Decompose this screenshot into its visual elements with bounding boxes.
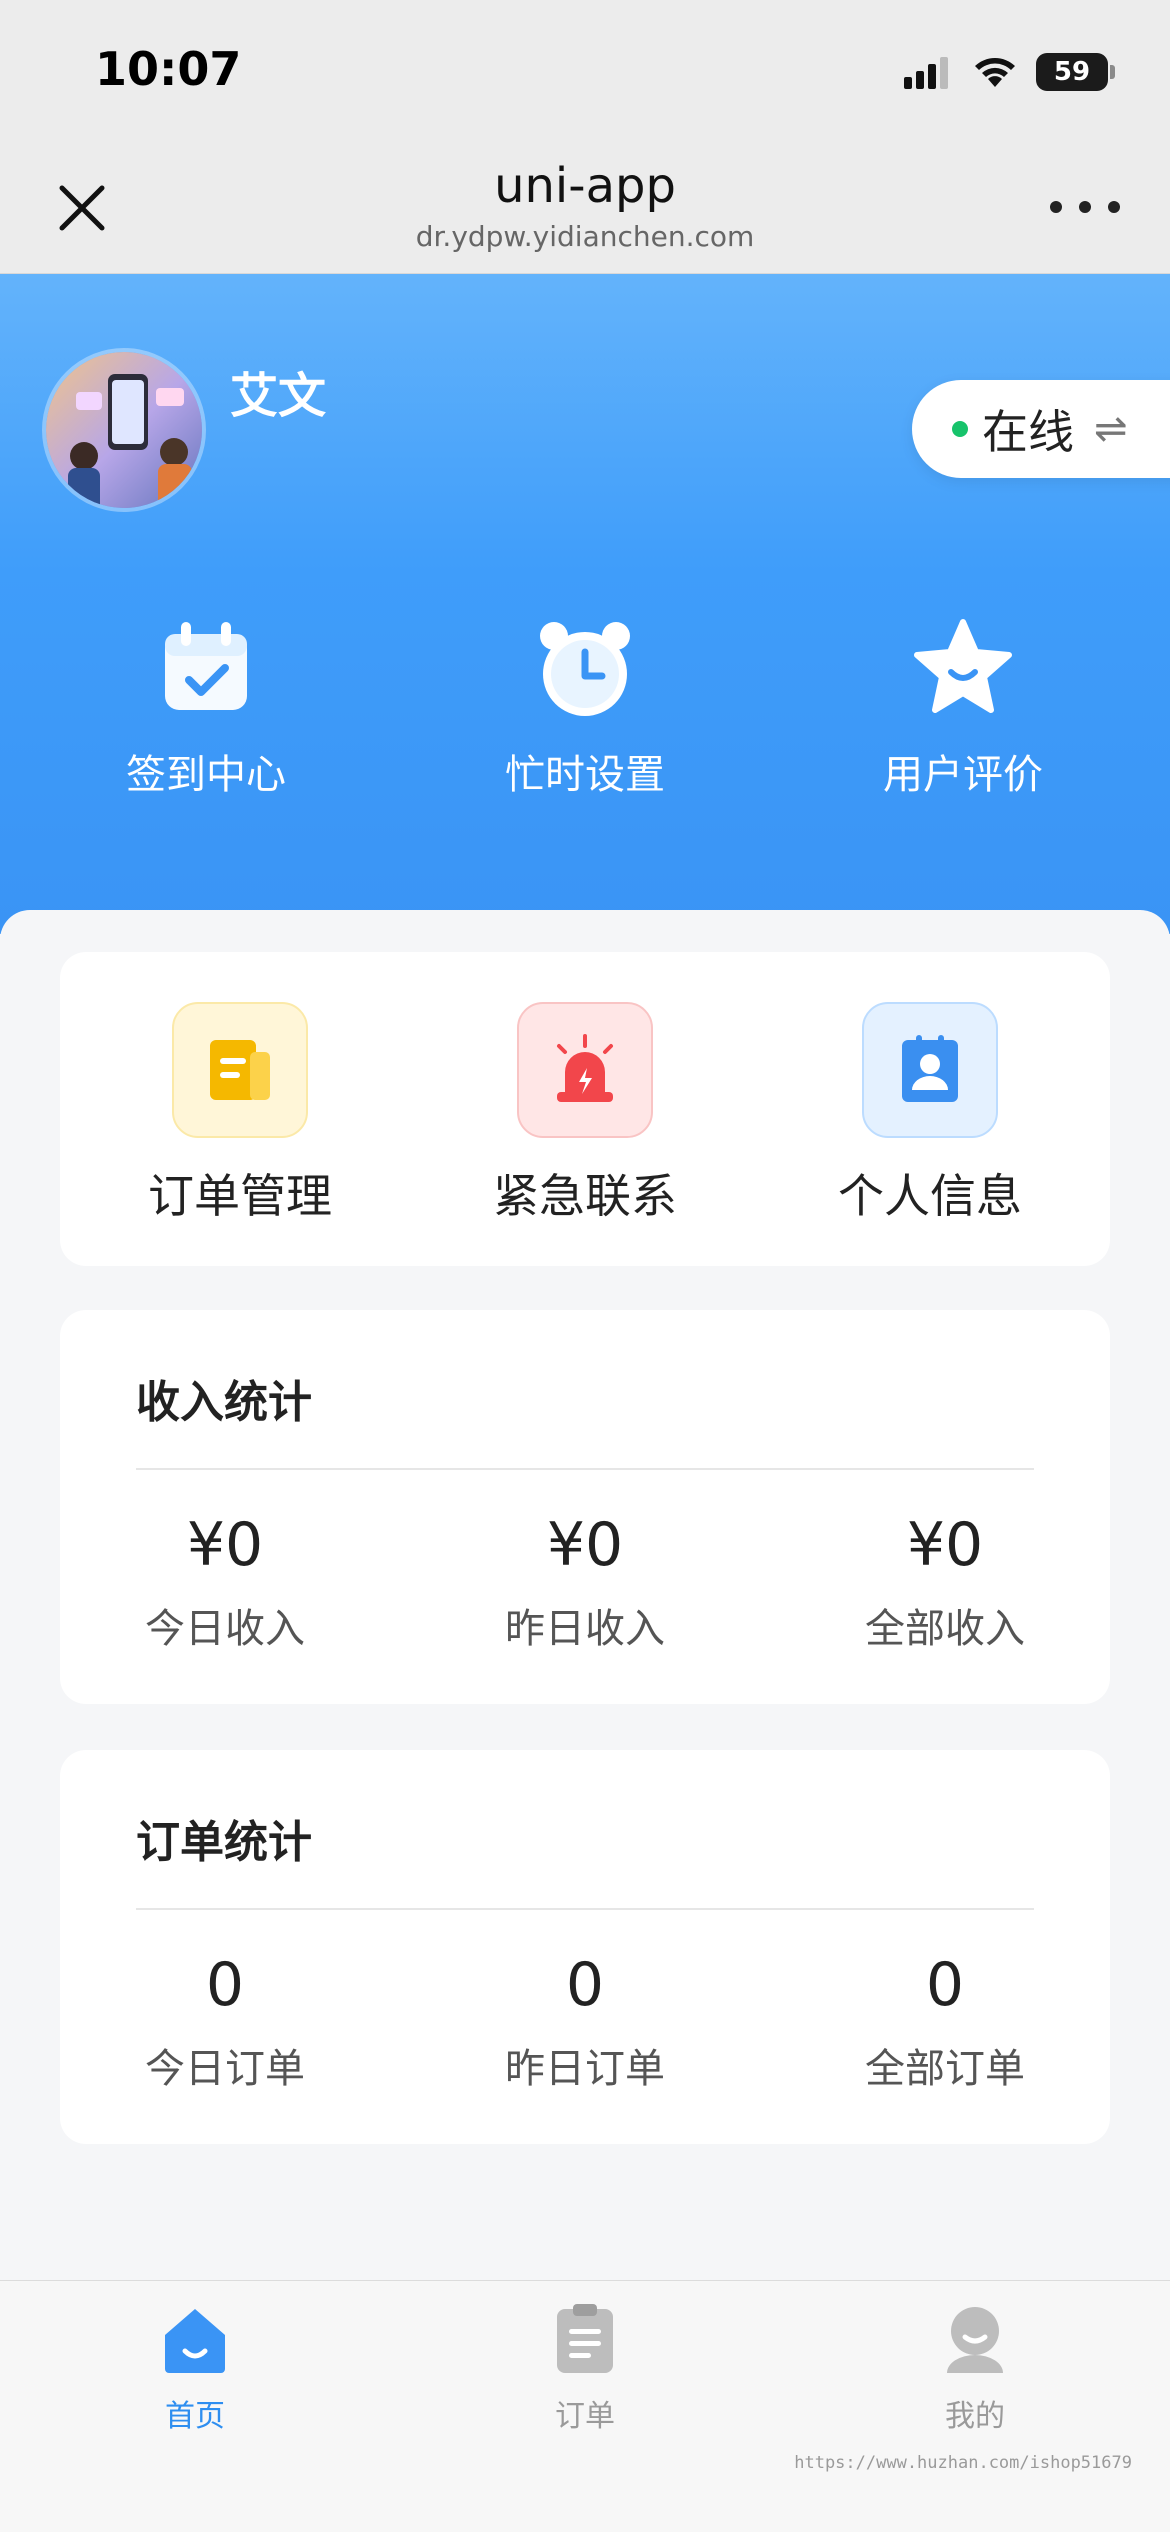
- stat-label: 今日订单: [145, 2046, 305, 2092]
- stat-value: ¥0: [546, 1510, 624, 1580]
- stat-value: ¥0: [186, 1510, 264, 1580]
- divider: [136, 1908, 1034, 1910]
- menu-label: 紧急联系: [493, 1169, 677, 1223]
- stat-label: 昨日订单: [505, 2046, 665, 2092]
- home-icon: [165, 2309, 225, 2373]
- quick-action-busy-settings[interactable]: 忙时设置: [455, 614, 715, 800]
- menu-item-personal-info[interactable]: 个人信息: [780, 1002, 1080, 1226]
- tab-label: 首页: [165, 2399, 225, 2434]
- avatar-image: [46, 352, 202, 508]
- stat-label: 昨日收入: [505, 1606, 665, 1652]
- stat-value: 0: [565, 1950, 605, 2020]
- order-stats-card: 订单统计 0 今日订单 0 昨日订单 0 全部订单: [60, 1750, 1110, 2144]
- username: 艾文: [230, 368, 327, 424]
- status-time: 10:07: [95, 42, 242, 96]
- profile-card-icon: [862, 1002, 998, 1138]
- stat-value: ¥0: [906, 1510, 984, 1580]
- status-bar: 10:07 59: [0, 0, 1170, 140]
- battery-level: 59: [1053, 57, 1091, 87]
- quick-actions: 签到中心 忙时设置 用户评价: [0, 614, 1170, 798]
- page-url: dr.ydpw.yidianchen.com: [415, 220, 755, 253]
- online-dot: [952, 421, 968, 437]
- tab-home[interactable]: 首页: [45, 2301, 345, 2435]
- quick-action-label: 签到中心: [126, 752, 286, 798]
- order-stats-title: 订单统计: [136, 1817, 312, 1868]
- quick-action-checkin[interactable]: 签到中心: [76, 614, 336, 800]
- function-menu-card: 订单管理 紧急联系 个人信息: [60, 952, 1110, 1266]
- stat-value: 0: [925, 1950, 965, 2020]
- menu-item-order-management[interactable]: 订单管理: [90, 1002, 390, 1226]
- divider: [136, 1468, 1034, 1470]
- quick-action-label: 用户评价: [883, 752, 1043, 798]
- income-stats-card: 收入统计 ¥0 今日收入 ¥0 昨日收入 ¥0 全部收入: [60, 1310, 1110, 1704]
- stat-yesterday-income: ¥0 昨日收入: [445, 1510, 725, 1654]
- stat-total-orders: 0 全部订单: [805, 1950, 1085, 2094]
- menu-item-emergency-contact[interactable]: 紧急联系: [435, 1002, 735, 1226]
- alarm-clock-icon: [540, 622, 630, 716]
- stat-total-income: ¥0 全部收入: [805, 1510, 1085, 1654]
- user-icon: [947, 2307, 1003, 2373]
- income-stats-title: 收入统计: [136, 1377, 312, 1428]
- tab-mine[interactable]: 我的: [825, 2301, 1125, 2435]
- wifi-icon: [975, 58, 1015, 87]
- battery-indicator: 59: [1036, 53, 1115, 91]
- tab-orders[interactable]: 订单: [435, 2301, 735, 2435]
- avatar[interactable]: [42, 348, 206, 512]
- nav-bar: uni-app dr.ydpw.yidianchen.com: [0, 140, 1170, 274]
- stat-value: 0: [205, 1950, 245, 2020]
- stat-today-orders: 0 今日订单: [85, 1950, 365, 2094]
- online-status-toggle[interactable]: 在线 ⇌: [912, 380, 1170, 478]
- watermark-text: https://www.huzhan.com/ishop51679: [794, 2453, 1132, 2473]
- quick-action-label: 忙时设置: [505, 752, 665, 798]
- alarm-siren-icon: [517, 1002, 653, 1138]
- swap-icon: ⇌: [1094, 406, 1128, 452]
- online-status-label: 在线: [982, 405, 1074, 459]
- page-title: uni-app: [494, 158, 676, 214]
- calendar-check-icon: [165, 622, 247, 710]
- stat-label: 今日收入: [145, 1606, 305, 1652]
- status-icons: 59: [904, 52, 1115, 92]
- order-document-icon: [172, 1002, 308, 1138]
- profile-header: 艾文 在线 ⇌ 签到中心 忙时设置 用户评价: [0, 274, 1170, 934]
- quick-action-user-reviews[interactable]: 用户评价: [833, 614, 1093, 800]
- menu-label: 订单管理: [148, 1169, 332, 1223]
- bottom-tab-bar: 首页 订单 我的 https://www.huzhan.com/ishop516…: [0, 2280, 1170, 2532]
- signal-icon: [904, 57, 948, 89]
- menu-label: 个人信息: [838, 1169, 1022, 1223]
- content-area: 订单管理 紧急联系 个人信息 收入统计 ¥0 今日收入 ¥0 昨日收入 ¥0 全…: [0, 910, 1170, 2280]
- stat-label: 全部订单: [865, 2046, 1025, 2092]
- tab-label: 我的: [945, 2399, 1005, 2434]
- more-options-icon[interactable]: [1050, 190, 1120, 224]
- tab-label: 订单: [555, 2399, 615, 2434]
- stat-yesterday-orders: 0 昨日订单: [445, 1950, 725, 2094]
- stat-label: 全部收入: [865, 1606, 1025, 1652]
- star-icon: [914, 619, 1012, 713]
- stat-today-income: ¥0 今日收入: [85, 1510, 365, 1654]
- clipboard-icon: [557, 2304, 613, 2373]
